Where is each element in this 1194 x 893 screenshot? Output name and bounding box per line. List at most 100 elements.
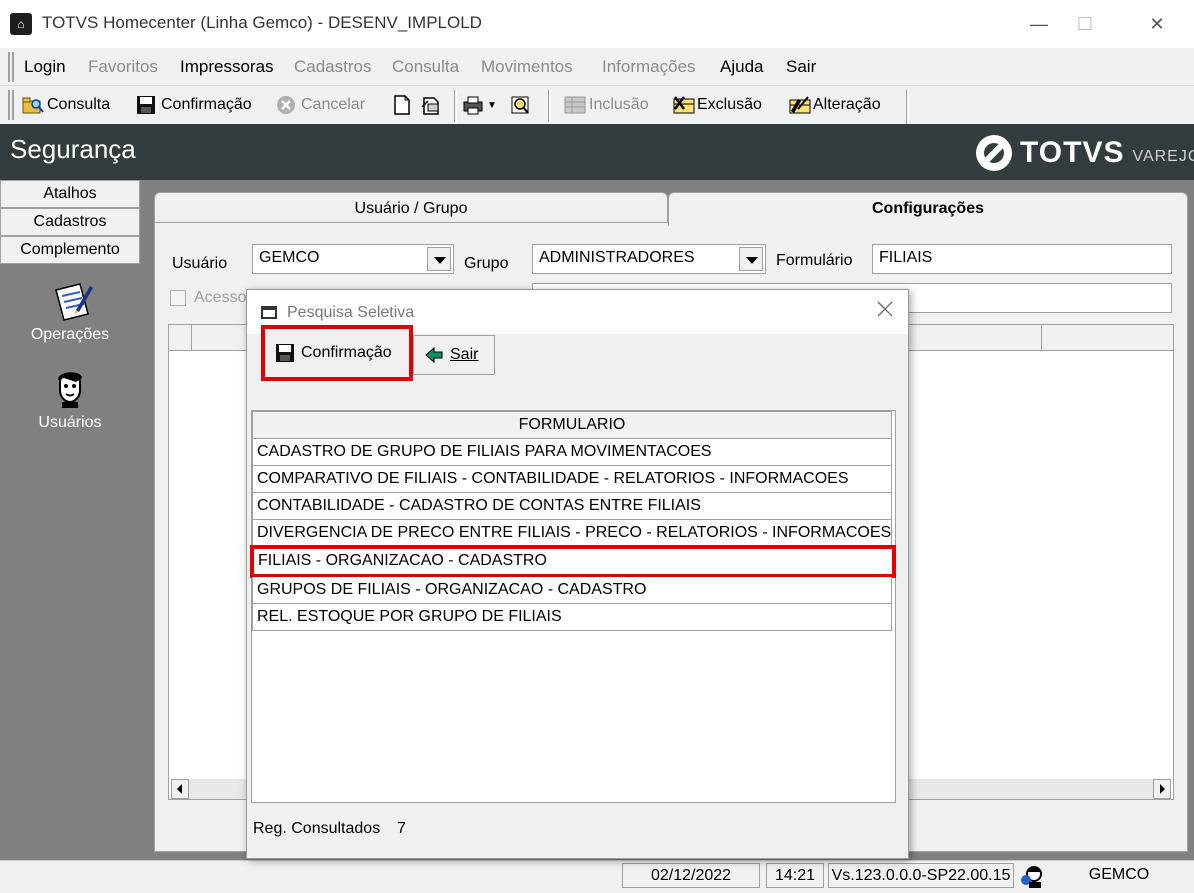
menu-consulta[interactable]: Consulta xyxy=(392,57,459,77)
status-user: GEMCO xyxy=(1088,866,1150,883)
dialog-exit-button[interactable]: Sair xyxy=(413,335,495,375)
folder-search-icon xyxy=(22,95,44,115)
nav-atalhos-button[interactable]: Atalhos xyxy=(0,180,140,208)
status-date: 02/12/2022 xyxy=(622,863,760,888)
formulario-label: Formulário xyxy=(776,252,853,269)
dialog-title: Pesquisa Seletiva xyxy=(287,304,415,321)
table-row[interactable]: CONTABILIDADE - CADASTRO DE CONTAS ENTRE… xyxy=(252,493,892,520)
usuario-label: Usuário xyxy=(172,255,228,272)
menu-informacoes[interactable]: Informações xyxy=(602,57,696,77)
usuario-value: GEMCO xyxy=(259,249,320,266)
close-button[interactable]: ✕ xyxy=(1134,8,1180,40)
dialog-close-button[interactable] xyxy=(871,300,899,324)
inclusao-label: Inclusão xyxy=(589,96,649,113)
formulario-value: FILIAIS xyxy=(879,249,933,266)
export-button[interactable] xyxy=(420,93,440,117)
menu-bar: Login Favoritos Impressoras Cadastros Co… xyxy=(0,48,1194,86)
menu-ajuda[interactable]: Ajuda xyxy=(720,57,763,77)
maximize-button[interactable]: ☐ xyxy=(1062,8,1108,40)
dialog-confirm-label: Confirmação xyxy=(301,344,392,361)
formulario-input[interactable]: FILIAIS xyxy=(872,244,1172,274)
scroll-left-button[interactable] xyxy=(171,779,189,799)
status-time: 14:21 xyxy=(766,863,824,888)
table-row[interactable]: CADASTRO DE GRUPO DE FILIAIS PARA MOVIME… xyxy=(252,439,892,466)
acesso-checkbox[interactable] xyxy=(170,290,186,306)
alteracao-label: Alteração xyxy=(813,96,881,113)
scroll-right-button[interactable] xyxy=(1153,779,1171,799)
confirmacao-button[interactable]: Confirmação xyxy=(136,93,252,117)
toolbar-separator xyxy=(548,90,551,122)
print-preview-button[interactable] xyxy=(510,93,530,117)
table-row[interactable]: COMPARATIVO DE FILIAIS - CONTABILIDADE -… xyxy=(252,466,892,493)
shortcut-operacoes-label: Operações xyxy=(30,326,110,343)
table-row[interactable]: GRUPOS DE FILIAIS - ORGANIZACAO - CADAST… xyxy=(252,577,892,604)
cancelar-label: Cancelar xyxy=(301,96,366,113)
insert-record-icon xyxy=(564,95,586,115)
tab-usuario-grupo[interactable]: Usuário / Grupo xyxy=(154,192,668,224)
print-button[interactable]: ▼ xyxy=(462,93,497,117)
shortcut-operacoes[interactable]: Operações xyxy=(0,280,140,344)
exclusao-label: Exclusão xyxy=(697,96,762,113)
users-icon xyxy=(50,368,90,408)
new-document-button[interactable] xyxy=(392,93,412,117)
window-titlebar: ⌂ TOTVS Homecenter (Linha Gemco) - DESEN… xyxy=(0,0,1194,48)
reg-consultados-label: Reg. Consultados xyxy=(253,820,381,837)
save-disk-icon xyxy=(275,343,295,363)
formulario-results-grid[interactable]: FORMULARIO CADASTRO DE GRUPO DE FILIAIS … xyxy=(250,410,896,803)
confirmacao-label: Confirmação xyxy=(161,96,252,113)
edit-record-icon xyxy=(788,95,811,115)
toolbar-grip xyxy=(8,90,14,120)
nav-cadastros-button[interactable]: Cadastros xyxy=(0,208,140,236)
acesso-label: Acesso xyxy=(194,289,247,306)
tab-configuracoes[interactable]: Configurações xyxy=(668,192,1188,226)
minimize-button[interactable]: — xyxy=(1016,8,1062,40)
toolbar-end xyxy=(906,90,909,126)
operations-icon xyxy=(50,280,93,321)
totvs-logo-text: TOTVS xyxy=(1020,136,1125,169)
grupo-combo[interactable]: ADMINISTRADORES xyxy=(532,244,766,274)
chevron-down-icon[interactable] xyxy=(427,247,451,271)
alteracao-button[interactable]: Alteração xyxy=(788,93,881,117)
printer-icon xyxy=(462,95,483,115)
save-disk-icon xyxy=(136,95,156,115)
arrow-left-icon xyxy=(424,345,444,365)
menu-sair[interactable]: Sair xyxy=(786,57,816,77)
totvs-logo-subtext: VAREJO xyxy=(1132,148,1194,165)
consulta-button[interactable]: Consulta xyxy=(22,93,110,117)
pesquisa-seletiva-dialog: Pesquisa Seletiva Confirmação Sair FORMU… xyxy=(246,289,909,859)
print-preview-icon xyxy=(510,95,530,115)
table-row[interactable]: REL. ESTOQUE POR GRUPO DE FILIAIS xyxy=(252,604,892,631)
cancelar-button[interactable]: Cancelar xyxy=(276,93,365,117)
table-row[interactable]: DIVERGENCIA DE PRECO ENTRE FILIAIS - PRE… xyxy=(252,520,892,547)
nav-complemento-button[interactable]: Complemento xyxy=(0,236,140,264)
formulario-column-header[interactable]: FORMULARIO xyxy=(252,411,892,439)
shortcut-usuarios-label: Usuários xyxy=(38,414,102,431)
page-title: Segurança xyxy=(10,134,136,164)
shortcut-usuarios[interactable]: Usuários xyxy=(0,368,140,432)
menu-movimentos[interactable]: Movimentos xyxy=(481,57,573,77)
menu-cadastros[interactable]: Cadastros xyxy=(294,57,371,77)
exclusao-button[interactable]: Exclusão xyxy=(672,93,762,117)
grupo-value: ADMINISTRADORES xyxy=(539,249,695,266)
inclusao-button[interactable]: Inclusão xyxy=(564,93,649,117)
status-bar xyxy=(0,860,1194,890)
app-icon: ⌂ xyxy=(10,13,32,35)
menu-favoritos[interactable]: Favoritos xyxy=(88,57,158,77)
totvs-logo-icon xyxy=(976,135,1012,171)
export-document-icon xyxy=(420,95,440,115)
menu-impressoras[interactable]: Impressoras xyxy=(180,57,274,77)
window-title: TOTVS Homecenter (Linha Gemco) - DESENV_… xyxy=(42,13,482,32)
usuario-combo[interactable]: GEMCO xyxy=(252,244,454,274)
chevron-down-icon[interactable] xyxy=(739,247,763,271)
dialog-confirm-button[interactable]: Confirmação xyxy=(261,325,413,381)
menu-grip xyxy=(8,52,14,82)
consulta-label: Consulta xyxy=(47,96,111,113)
delete-record-icon xyxy=(672,95,695,115)
print-dropdown-icon[interactable]: ▼ xyxy=(487,100,497,111)
toolbar-separator xyxy=(454,90,457,122)
totvs-logo: TOTVS VAREJO xyxy=(976,134,1194,172)
menu-login[interactable]: Login xyxy=(24,57,66,77)
table-row-selected[interactable]: FILIAIS - ORGANIZACAO - CADASTRO xyxy=(250,545,896,578)
cancel-icon xyxy=(276,95,296,115)
reg-consultados-value: 7 xyxy=(397,820,406,837)
